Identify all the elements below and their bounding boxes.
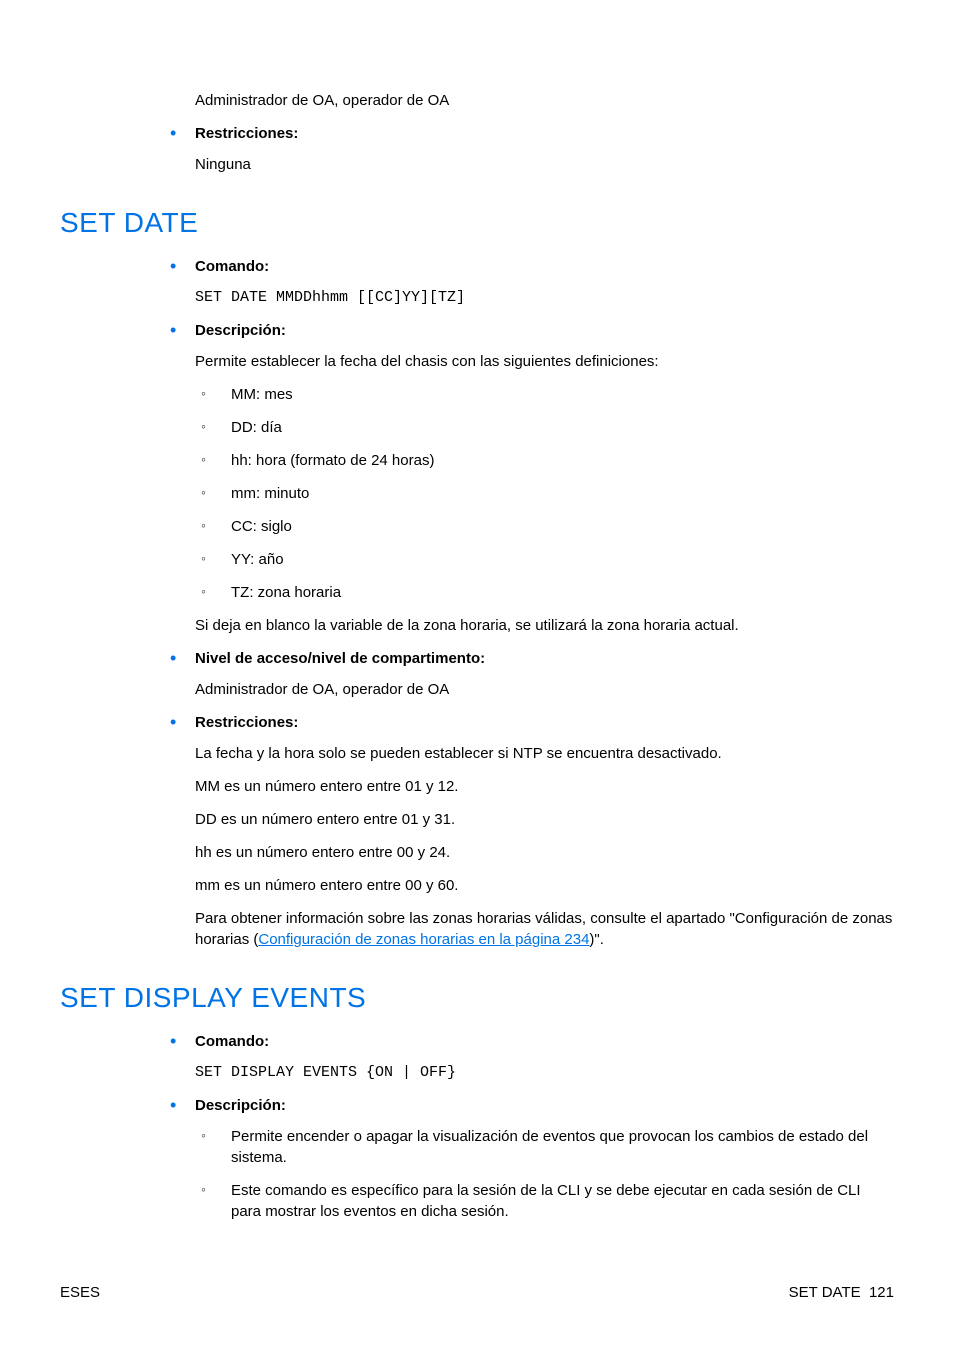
- set-date-def-item: DD: día: [201, 417, 894, 438]
- set-date-def-item: YY: año: [201, 549, 894, 570]
- page-footer: ESES SET DATE 121: [60, 1282, 894, 1303]
- set-date-def-text: hh: hora (formato de 24 horas): [231, 452, 434, 469]
- set-date-nivel-label: Nivel de acceso/nivel de compartimento:: [195, 650, 485, 667]
- set-date-def-item: mm: minuto: [201, 483, 894, 504]
- set-date-restriccion-text: hh es un número entero entre 00 y 24.: [195, 842, 894, 863]
- restriccion-final-post: )".: [589, 931, 604, 948]
- set-date-restriccion-text: MM es un número entero entre 01 y 12.: [195, 776, 894, 797]
- intro-access-text: Administrador de OA, operador de OA: [195, 90, 894, 111]
- set-date-def-text: mm: minuto: [231, 485, 309, 502]
- set-date-section: Comando: SET DATE MMDDhhmm [[CC]YY][TZ] …: [170, 256, 894, 950]
- set-date-comando-label: Comando:: [195, 258, 269, 275]
- set-date-def-text: YY: año: [231, 551, 284, 568]
- set-date-nivel-body: Administrador de OA, operador de OA: [195, 679, 894, 700]
- sde-comando-label: Comando:: [195, 1033, 269, 1050]
- set-date-def-item: CC: siglo: [201, 516, 894, 537]
- intro-restricciones-body: Ninguna: [195, 154, 894, 175]
- intro-restricciones-text: Ninguna: [195, 154, 894, 175]
- set-date-restriccion-text: mm es un número entero entre 00 y 60.: [195, 875, 894, 896]
- set-date-def-text: DD: día: [231, 419, 282, 436]
- set-date-heading: SET DATE: [60, 203, 894, 242]
- sde-descripcion-label: Descripción:: [195, 1097, 286, 1114]
- intro-restricciones-item: Restricciones: Ninguna: [170, 123, 894, 175]
- set-date-restricciones-label: Restricciones:: [195, 714, 298, 731]
- set-date-restricciones-body: La fecha y la hora solo se pueden establ…: [195, 743, 894, 950]
- set-date-nivel-item: Nivel de acceso/nivel de compartimento: …: [170, 648, 894, 700]
- set-date-def-text: CC: siglo: [231, 518, 292, 535]
- set-date-restricciones-item: Restricciones: La fecha y la hora solo s…: [170, 712, 894, 950]
- set-display-events-heading: SET DISPLAY EVENTS: [60, 978, 894, 1017]
- sde-comando-code: SET DISPLAY EVENTS {ON | OFF}: [195, 1062, 894, 1083]
- footer-right-page: 121: [869, 1284, 894, 1301]
- set-date-def-text: TZ: zona horaria: [231, 584, 341, 601]
- footer-right: SET DATE 121: [789, 1282, 894, 1303]
- set-display-events-section: Comando: SET DISPLAY EVENTS {ON | OFF} D…: [170, 1031, 894, 1222]
- set-date-descripcion-item: Descripción: Permite establecer la fecha…: [170, 320, 894, 636]
- set-date-def-item: TZ: zona horaria: [201, 582, 894, 603]
- intro-section: Administrador de OA, operador de OA Rest…: [170, 90, 894, 175]
- intro-restricciones-label: Restricciones:: [195, 125, 298, 142]
- sde-comando-item: Comando: SET DISPLAY EVENTS {ON | OFF}: [170, 1031, 894, 1083]
- set-date-restriccion-final: Para obtener información sobre las zonas…: [195, 908, 894, 950]
- set-date-nivel-text: Administrador de OA, operador de OA: [195, 679, 894, 700]
- set-date-def-item: MM: mes: [201, 384, 894, 405]
- tz-config-link[interactable]: Configuración de zonas horarias en la pá…: [258, 931, 589, 948]
- sde-desc-item: Este comando es específico para la sesió…: [201, 1180, 894, 1222]
- sde-comando-body: SET DISPLAY EVENTS {ON | OFF}: [195, 1062, 894, 1083]
- footer-left: ESES: [60, 1282, 100, 1303]
- sde-descripcion-body: Permite encender o apagar la visualizaci…: [195, 1126, 894, 1222]
- set-date-restriccion-text: DD es un número entero entre 01 y 31.: [195, 809, 894, 830]
- set-date-restriccion-text: La fecha y la hora solo se pueden establ…: [195, 743, 894, 764]
- set-date-descripcion-note: Si deja en blanco la variable de la zona…: [195, 615, 894, 636]
- sde-desc-text: Este comando es específico para la sesió…: [231, 1182, 861, 1220]
- intro-access-body: Administrador de OA, operador de OA: [170, 90, 894, 111]
- set-date-comando-code: SET DATE MMDDhhmm [[CC]YY][TZ]: [195, 287, 894, 308]
- sde-descripcion-item: Descripción: Permite encender o apagar l…: [170, 1095, 894, 1222]
- set-date-descripcion-label: Descripción:: [195, 322, 286, 339]
- footer-right-label: SET DATE: [789, 1284, 861, 1301]
- set-date-def-text: MM: mes: [231, 386, 293, 403]
- sde-desc-text: Permite encender o apagar la visualizaci…: [231, 1128, 868, 1166]
- set-date-descripcion-body: Permite establecer la fecha del chasis c…: [195, 351, 894, 636]
- set-date-def-item: hh: hora (formato de 24 horas): [201, 450, 894, 471]
- set-date-comando-body: SET DATE MMDDhhmm [[CC]YY][TZ]: [195, 287, 894, 308]
- set-date-descripcion-intro: Permite establecer la fecha del chasis c…: [195, 351, 894, 372]
- sde-desc-item: Permite encender o apagar la visualizaci…: [201, 1126, 894, 1168]
- set-date-comando-item: Comando: SET DATE MMDDhhmm [[CC]YY][TZ]: [170, 256, 894, 308]
